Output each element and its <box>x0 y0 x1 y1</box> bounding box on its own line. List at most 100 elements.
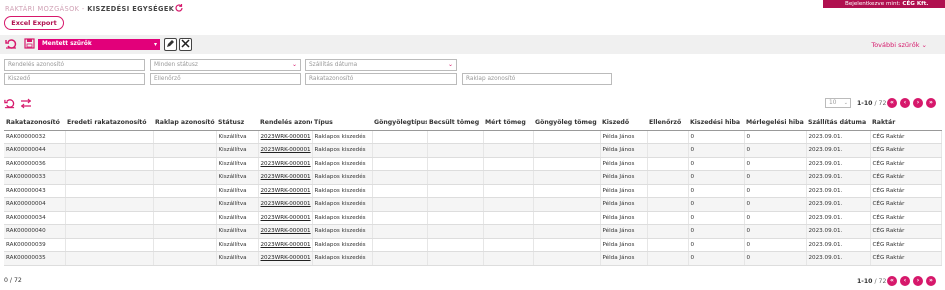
table-row[interactable]: RAK00000033 Kiszállítva 2023WRK-000001 Rakl… <box>4 170 942 185</box>
table-row[interactable]: RAK00000043 Kiszállítva 2023WRK-000001 Rakl… <box>4 184 942 198</box>
order-id-link[interactable]: 2023WRK-000001 <box>258 130 313 144</box>
column-header[interactable]: Mérlegelési hiba <box>744 116 806 131</box>
table-cell: 0 <box>744 184 807 198</box>
table-cell <box>65 170 154 185</box>
column-header[interactable]: Raktár <box>870 116 941 131</box>
column-header[interactable]: Rakatazonosító <box>4 116 65 131</box>
column-header[interactable]: Mért tömeg <box>483 116 533 131</box>
table-cell <box>647 211 689 225</box>
pagination-total: 72 <box>878 278 887 285</box>
table-cell <box>427 224 484 239</box>
first-page-icon[interactable]: « <box>887 98 897 108</box>
reset-icon[interactable] <box>4 98 15 112</box>
warehouse-id-filter[interactable]: Rakatazonosító <box>305 73 457 85</box>
last-page-icon[interactable]: » <box>926 98 936 108</box>
swap-columns-icon[interactable] <box>20 98 32 112</box>
table-row[interactable]: RAK00000034 Kiszállítva 2023WRK-000001 Rakl… <box>4 211 942 225</box>
login-user: CÉG Kft. <box>902 1 929 7</box>
table-cell: Raklapos kiszedés <box>312 238 373 252</box>
order-id-link[interactable]: 2023WRK-000001 <box>258 157 313 171</box>
table-row[interactable]: RAK00000004 Kiszállítva 2023WRK-000001 Rakl… <box>4 197 942 212</box>
table-cell: 2023.09.01. <box>806 130 871 144</box>
column-header[interactable]: Raklap azonosító <box>153 116 216 131</box>
more-filters-toggle[interactable]: További szűrők ⌄ <box>871 41 927 49</box>
refresh-icon[interactable] <box>174 3 184 13</box>
table-row[interactable]: RAK00000036 Kiszállítva 2023WRK-000001 Rakl… <box>4 157 942 171</box>
table-row[interactable]: RAK00000039 Kiszállítva 2023WRK-000001 Rakl… <box>4 238 942 252</box>
column-header[interactable]: Becsült tömeg <box>427 116 483 131</box>
clear-x-icon[interactable] <box>179 38 192 51</box>
table-cell: RAK00000034 <box>4 211 66 225</box>
save-icon[interactable] <box>24 38 35 51</box>
login-status: Bejelentkezve mint: CÉG Kft. <box>823 0 945 8</box>
pallet-id-filter[interactable]: Raklap azonosító <box>462 73 612 85</box>
table-cell <box>427 170 484 185</box>
column-header[interactable]: Szállítás dátuma <box>806 116 870 131</box>
prev-page-icon[interactable]: ‹ <box>900 98 910 108</box>
column-header[interactable]: Ellenőrző <box>647 116 688 131</box>
table-cell <box>533 238 601 252</box>
table-row[interactable]: RAK00000040 Kiszállítva 2023WRK-000001 Rakl… <box>4 224 942 239</box>
order-id-link[interactable]: 2023WRK-000001 <box>258 251 313 266</box>
column-header[interactable]: Státusz <box>216 116 258 131</box>
column-header[interactable]: Göngyöleg tömeg <box>533 116 600 131</box>
status-filter-select[interactable]: Minden státusz ⌄ <box>150 59 301 71</box>
table-cell <box>65 184 154 198</box>
order-id-filter[interactable]: Rendelés azonosító <box>4 59 145 71</box>
column-header[interactable]: Eredeti rakatazonosító <box>65 116 153 131</box>
next-page-icon[interactable]: › <box>913 276 923 286</box>
table-row[interactable]: RAK00000032 Kiszállítva 2023WRK-000001 Rakl… <box>4 130 942 144</box>
order-id-link[interactable]: 2023WRK-000001 <box>258 211 313 225</box>
table-cell: CÉG Raktár <box>870 143 942 158</box>
table-cell <box>372 170 428 185</box>
prev-page-icon[interactable]: ‹ <box>900 276 910 286</box>
table-cell <box>483 130 534 144</box>
table-cell: Kiszállítva <box>216 197 259 212</box>
edit-pencil-icon[interactable] <box>164 38 177 51</box>
page-size-select[interactable]: 10 ⌄ <box>825 98 851 108</box>
top-bar: RAKTÁRI MOZGÁSOK - KISZEDÉSI EGYSÉGEK Be… <box>0 0 945 16</box>
next-page-icon[interactable]: › <box>913 98 923 108</box>
column-header[interactable]: Kiszedő <box>600 116 647 131</box>
table-cell: 0 <box>744 238 807 252</box>
checker-filter[interactable]: Ellenőrző <box>150 73 301 85</box>
table-cell: 0 <box>688 238 745 252</box>
table-cell <box>483 170 534 185</box>
table-cell <box>153 197 217 212</box>
table-cell: 0 <box>744 197 807 212</box>
table-row[interactable]: RAK00000035 Kiszállítva 2023WRK-000001 Rakl… <box>4 251 942 266</box>
column-header[interactable]: Típus <box>312 116 372 131</box>
column-header[interactable]: Rendelés azonosító <box>258 116 312 131</box>
table-header-row: Rakatazonosító Eredeti rakatazonosító Rakl… <box>4 116 941 131</box>
chevron-down-icon: ⌄ <box>291 61 297 68</box>
picker-filter[interactable]: Kiszedő <box>4 73 145 85</box>
table-cell <box>647 251 689 266</box>
table-cell <box>533 170 601 185</box>
table-cell <box>153 251 217 266</box>
breadcrumb: RAKTÁRI MOZGÁSOK - KISZEDÉSI EGYSÉGEK <box>5 5 174 13</box>
table-row[interactable]: RAK00000044 Kiszállítva 2023WRK-000001 Rakl… <box>4 143 942 158</box>
breadcrumb-parent[interactable]: RAKTÁRI MOZGÁSOK <box>5 5 79 13</box>
order-id-link[interactable]: 2023WRK-000001 <box>258 143 313 158</box>
order-id-link[interactable]: 2023WRK-000001 <box>258 197 313 212</box>
table-cell <box>533 197 601 212</box>
column-header[interactable]: Göngyölegtípus <box>372 116 427 131</box>
column-header[interactable]: Kiszedési hiba <box>688 116 744 131</box>
last-page-icon[interactable]: » <box>926 276 936 286</box>
table-cell <box>427 143 484 158</box>
table-cell <box>533 130 601 144</box>
first-page-icon[interactable]: « <box>887 276 897 286</box>
table-cell: 2023.09.01. <box>806 238 871 252</box>
order-id-link[interactable]: 2023WRK-000001 <box>258 224 313 239</box>
table-cell: CÉG Raktár <box>870 170 942 185</box>
table-cell: Példa János <box>600 251 648 266</box>
order-id-link[interactable]: 2023WRK-000001 <box>258 170 313 185</box>
reset-icon[interactable] <box>5 38 17 52</box>
order-id-link[interactable]: 2023WRK-000001 <box>258 238 313 252</box>
table-cell: 0 <box>688 224 745 239</box>
order-id-link[interactable]: 2023WRK-000001 <box>258 184 313 198</box>
footer-count-left: 0 <box>4 277 8 284</box>
excel-export-button[interactable]: Excel Export <box>4 16 64 30</box>
shipping-date-filter[interactable]: Szállítás dátuma ⌄ <box>305 59 457 71</box>
saved-filters-select[interactable]: Mentett szűrők ▾ <box>38 39 160 50</box>
